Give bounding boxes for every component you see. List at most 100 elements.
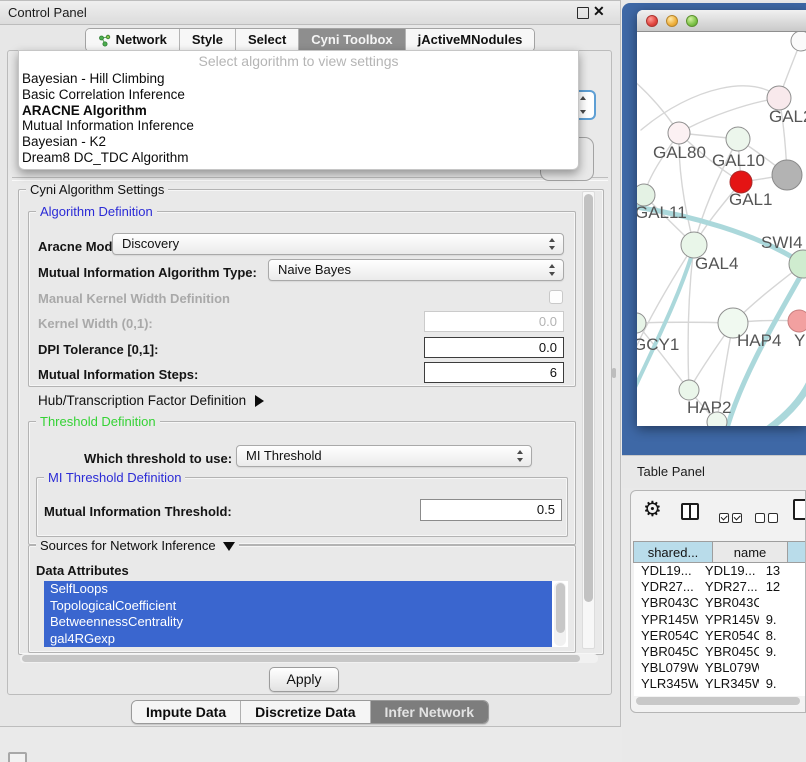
- vertical-scrollbar-thumb[interactable]: [584, 194, 593, 602]
- deselect-all-icon[interactable]: [755, 510, 781, 528]
- column-header-col2[interactable]: [787, 541, 806, 563]
- network-window-titlebar[interactable]: [637, 10, 806, 32]
- panel-divider-grip[interactable]: [612, 368, 616, 378]
- table-cell: YBR043C: [698, 595, 759, 611]
- table-row[interactable]: YER054CYER054C8.: [634, 628, 806, 644]
- network-edge[interactable]: [767, 380, 806, 426]
- tab-impute-data[interactable]: Impute Data: [132, 701, 240, 723]
- horizontal-scrollbar-thumb[interactable]: [636, 697, 800, 705]
- column-header-shared[interactable]: shared...: [633, 541, 713, 563]
- tab-label: Select: [248, 29, 286, 51]
- table-row[interactable]: YBR043CYBR043C: [634, 595, 806, 611]
- algorithm-option-bayesian-hill-climbing[interactable]: Bayesian - Hill Climbing: [19, 71, 578, 87]
- control-panel-tab-strip: NetworkStyle Select Cyni ToolboxjActiveMNo…: [85, 28, 536, 52]
- table-cell: YBL079W: [634, 660, 698, 676]
- attribute-gal4rgexp[interactable]: gal4RGexp: [44, 631, 552, 648]
- apply-button[interactable]: Apply: [269, 667, 339, 692]
- mi-algorithm-type-select[interactable]: Naive Bayes: [268, 259, 564, 281]
- data-attributes-list[interactable]: SelfLoopsTopologicalCoefficientBetweenne…: [44, 581, 568, 647]
- network-node-label: Y: [794, 331, 805, 350]
- network-node-label: GAL2: [769, 107, 806, 126]
- checked-box-icon: [719, 513, 729, 523]
- network-node[interactable]: [772, 160, 802, 190]
- network-node-label: HAP4: [737, 331, 781, 350]
- group-title: MI Threshold Definition: [44, 470, 185, 485]
- aracne-mode-select[interactable]: Discovery: [112, 233, 564, 255]
- network-canvas[interactable]: GAL2GAL80GAL10GAL1GAL11GAL4SWI4HAP4YGCY1…: [637, 32, 806, 426]
- docked-panel-icon[interactable]: [8, 752, 27, 762]
- network-node-gal10[interactable]: [726, 127, 750, 151]
- select-all-icon[interactable]: [719, 510, 745, 528]
- network-node-hap2[interactable]: [679, 380, 699, 400]
- table-cell: 9.: [759, 676, 806, 692]
- attribute-betweennesscentrality[interactable]: BetweennessCentrality: [44, 614, 552, 631]
- algorithm-combo-focused-edge[interactable]: [577, 90, 596, 120]
- table-row[interactable]: YDL19...YDL19...13: [634, 563, 806, 579]
- tab-jactivemnodules[interactable]: jActiveMNodules: [405, 29, 535, 51]
- table-row[interactable]: YBR045CYBR045C9.: [634, 644, 806, 660]
- mi-steps-label: Mutual Information Steps:: [38, 367, 198, 382]
- close-icon[interactable]: ✕: [593, 3, 605, 20]
- table-mode-icon[interactable]: [793, 499, 806, 520]
- which-threshold-select[interactable]: MI Threshold: [236, 445, 532, 467]
- network-node-y[interactable]: [788, 310, 806, 332]
- hub-section-label: Hub/Transcription Factor Definition: [38, 393, 246, 408]
- network-node-label: GAL4: [695, 254, 738, 273]
- table-row[interactable]: YPR145WYPR145W9.: [634, 612, 806, 628]
- horizontal-scrollbar-thumb[interactable]: [22, 655, 580, 662]
- table-cell: YDL19...: [698, 563, 759, 579]
- minimize-traffic-light-icon[interactable]: [666, 15, 678, 27]
- hub-transcription-factor-section[interactable]: Hub/Transcription Factor Definition: [38, 393, 264, 408]
- sources-group-title[interactable]: Sources for Network Inference: [36, 538, 239, 553]
- control-panel: Control Panel ✕ NetworkStyleSelectCyni T…: [0, 0, 621, 727]
- zoom-traffic-light-icon[interactable]: [686, 15, 698, 27]
- attribute-selfloops[interactable]: SelfLoops: [44, 581, 552, 598]
- network-window: GAL2GAL80GAL10GAL1GAL11GAL4SWI4HAP4YGCY1…: [637, 10, 806, 426]
- tab-infer-network[interactable]: Infer Network: [370, 701, 488, 723]
- table-row[interactable]: YBL079WYBL079W: [634, 660, 806, 676]
- algorithm-option-dream8-dc-tdc-algorithm[interactable]: Dream8 DC_TDC Algorithm: [19, 150, 578, 166]
- attribute-topologicalcoefficient[interactable]: TopologicalCoefficient: [44, 598, 552, 615]
- settings-horizontal-scrollbar[interactable]: [20, 654, 598, 663]
- table-row[interactable]: YLR345WYLR345W9.: [634, 676, 806, 692]
- tab-cyni-toolbox[interactable]: Cyni Toolbox: [298, 29, 404, 51]
- table-horizontal-scrollbar[interactable]: [634, 696, 804, 706]
- dpi-tolerance-field[interactable]: 0.0: [424, 337, 564, 358]
- tab-style[interactable]: Style: [179, 29, 235, 51]
- bottom-tabstrip: Impute DataDiscretize DataInfer Network: [0, 700, 620, 724]
- list-vertical-scrollbar[interactable]: [554, 582, 566, 646]
- table-row[interactable]: YDR27...YDR27...12: [634, 579, 806, 595]
- close-traffic-light-icon[interactable]: [646, 15, 658, 27]
- group-title: Cyni Algorithm Settings: [26, 182, 168, 197]
- tab-discretize-data[interactable]: Discretize Data: [240, 701, 369, 723]
- manual-kernel-width-checkbox[interactable]: [549, 290, 563, 304]
- float-window-icon[interactable]: [577, 7, 589, 19]
- network-edge[interactable]: [679, 98, 779, 133]
- selected-value: Naive Bayes: [278, 260, 351, 280]
- split-columns-icon[interactable]: [681, 503, 699, 520]
- tab-network[interactable]: Network: [86, 29, 179, 51]
- algorithm-option-bayesian-k2[interactable]: Bayesian - K2: [19, 134, 578, 150]
- network-node-label: GAL80: [653, 143, 706, 162]
- table-cell: YBR043C: [634, 595, 698, 611]
- table-cell: YBR045C: [698, 644, 759, 660]
- settings-vertical-scrollbar[interactable]: [582, 191, 595, 649]
- network-node-gal80[interactable]: [668, 122, 690, 144]
- mi-threshold-field[interactable]: 0.5: [420, 499, 562, 521]
- algorithm-option-aracne-algorithm[interactable]: ARACNE Algorithm: [19, 103, 578, 119]
- column-header-name[interactable]: name: [712, 541, 788, 563]
- algorithm-option-basic-correlation-inference[interactable]: Basic Correlation Inference: [19, 87, 578, 103]
- algorithm-option-mutual-information-inference[interactable]: Mutual Information Inference: [19, 118, 578, 134]
- mi-steps-field[interactable]: 6: [424, 362, 564, 383]
- dpi-tolerance-label: DPI Tolerance [0,1]:: [38, 342, 158, 357]
- table-cell: YPR145W: [634, 612, 698, 628]
- vertical-scrollbar-thumb[interactable]: [556, 583, 565, 633]
- network-node[interactable]: [791, 32, 806, 51]
- kernel-width-field[interactable]: 0.0: [424, 311, 564, 332]
- network-edge[interactable]: [637, 323, 689, 390]
- network-edge[interactable]: [641, 86, 779, 130]
- checked-box-icon: [732, 513, 742, 523]
- table-cell: YBL079W: [698, 660, 759, 676]
- tab-select[interactable]: Select: [235, 29, 298, 51]
- table-settings-gear-icon[interactable]: ⚙: [643, 498, 662, 522]
